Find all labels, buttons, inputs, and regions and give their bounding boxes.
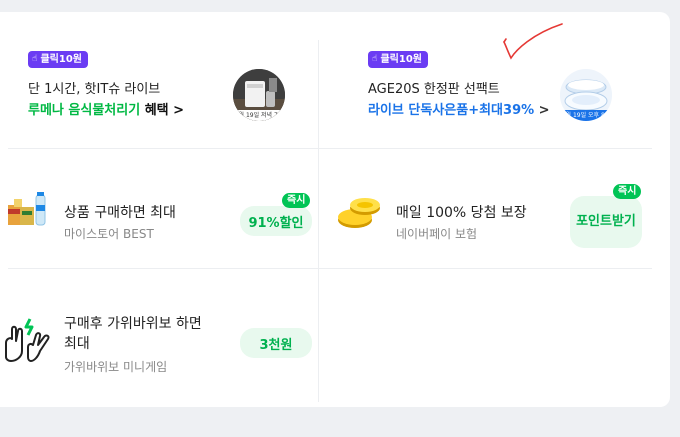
promo-title-rest: 혜택 > <box>140 103 185 118</box>
offer-title: 매일 100% 당첨 보장 <box>396 205 527 221</box>
live-time-caption: 5월 19일 오후 8시 <box>560 110 612 121</box>
instant-tag: 즉시 <box>282 193 311 208</box>
pointer-hand-icon: ☝ <box>32 54 38 64</box>
offer-pill-label: 3천원 <box>259 337 293 353</box>
live-thumbnail: 5월 19일 오후 8시 <box>560 69 612 121</box>
offer-rps-game[interactable]: 구매후 가위바위보 하면 최대 가위바위보 미니게임 3천원 <box>0 269 318 403</box>
offer-subtitle: 마이스토어 BEST <box>64 227 154 241</box>
live-promo-lumena[interactable]: ☝ 클릭10원 단 1시간, 핫IT슈 라이브 루메나 음식물처리기 혜택 > … <box>0 12 318 148</box>
offer-subtitle: 가위바위보 미니게임 <box>64 360 168 374</box>
offer-discount-pill[interactable]: 91%할인 <box>240 206 312 236</box>
promo-title: 라이브 단독사은품+최대39% > <box>368 99 550 118</box>
offer-title: 구매후 가위바위보 하면 최대 <box>64 314 202 354</box>
promo-title-highlight: 루메나 음식물처리기 <box>28 103 141 118</box>
get-points-pill[interactable]: 포인트받기 <box>570 196 642 248</box>
promo-title: 루메나 음식물처리기 혜택 > <box>28 99 184 118</box>
grocery-products-icon <box>8 192 46 226</box>
promo-subtitle: 단 1시간, 핫IT슈 라이브 <box>28 82 161 97</box>
click-reward-badge: ☝ 클릭10원 <box>368 51 429 68</box>
instant-tag: 즉시 <box>613 184 642 199</box>
badge-label: 클릭10원 <box>40 54 83 65</box>
badge-label: 클릭10원 <box>380 54 423 65</box>
offer-title-line1: 구매후 가위바위보 하면 <box>64 316 202 332</box>
live-promo-age20s[interactable]: ☝ 클릭10원 AGE20S 한정판 선팩트 라이브 단독사은품+최대39% >… <box>319 12 670 148</box>
promo-title-highlight: 라이브 단독사은품+최대39% <box>368 103 535 118</box>
promo-title-rest: > <box>534 103 550 118</box>
promo-subtitle: AGE20S 한정판 선팩트 <box>368 82 500 97</box>
offer-title: 상품 구매하면 최대 <box>64 205 176 221</box>
gold-coins-icon <box>338 198 380 228</box>
offer-pill-label: 포인트받기 <box>576 214 636 229</box>
live-thumbnail: 5월 19일 저녁 7시 <box>233 69 285 121</box>
live-time-caption: 5월 19일 저녁 7시 <box>233 110 285 121</box>
offer-reward-pill[interactable]: 3천원 <box>240 328 312 358</box>
benefits-card: ☝ 클릭10원 단 1시간, 핫IT슈 라이브 루메나 음식물처리기 혜택 > … <box>0 12 670 407</box>
rock-paper-scissors-icon <box>5 318 50 362</box>
offer-pill-label: 91%할인 <box>248 215 304 231</box>
red-check-mark-icon <box>503 23 563 60</box>
offer-best-discount[interactable]: 상품 구매하면 최대 마이스토어 BEST 91%할인 즉시 <box>0 149 318 268</box>
pointer-hand-icon: ☝ <box>372 54 378 64</box>
offer-daily-insurance[interactable]: 매일 100% 당첨 보장 네이버페이 보험 포인트받기 즉시 <box>319 149 670 268</box>
offer-title-line2: 최대 <box>64 336 90 352</box>
offer-subtitle: 네이버페이 보험 <box>396 227 478 241</box>
click-reward-badge: ☝ 클릭10원 <box>28 51 89 68</box>
